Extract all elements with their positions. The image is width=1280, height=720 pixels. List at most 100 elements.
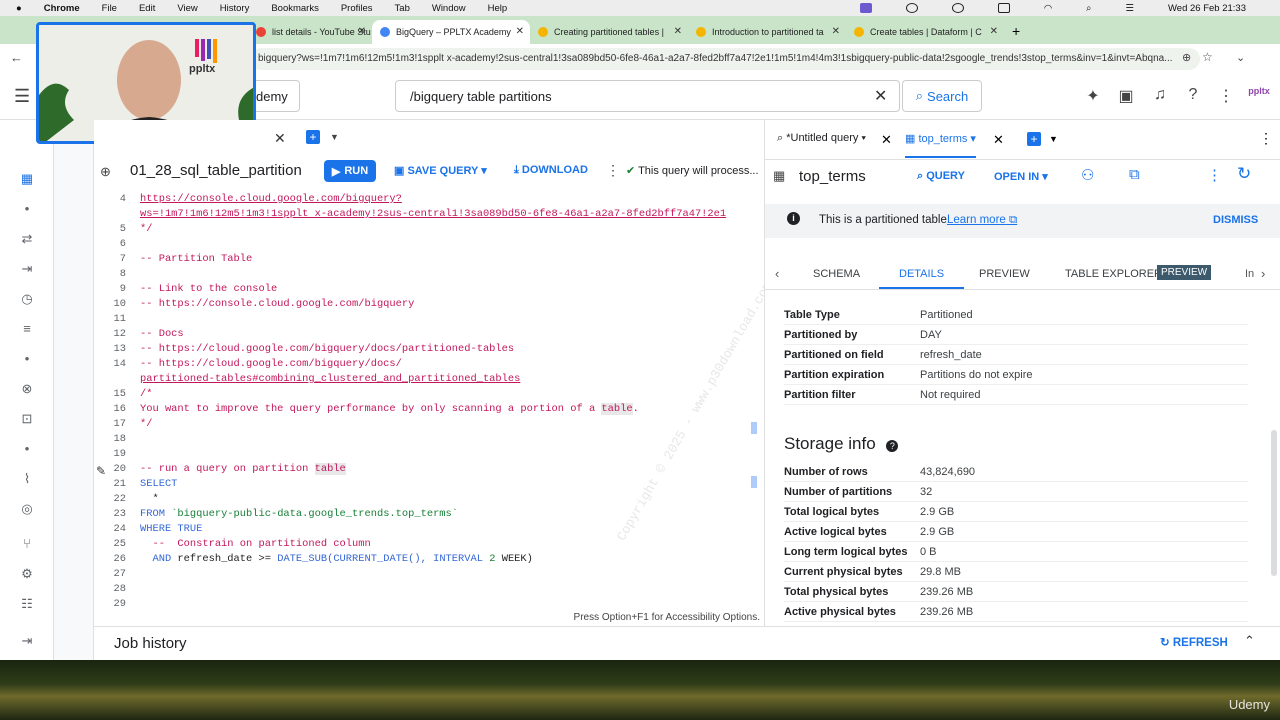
run-button[interactable]: ▶ RUN xyxy=(324,160,376,182)
zoom-icon[interactable]: ⊕ xyxy=(1182,51,1191,64)
browser-tab[interactable]: Creating partitioned tables | ✕ xyxy=(530,20,688,44)
overflow-tab[interactable]: In xyxy=(1245,268,1254,280)
add-tab-icon[interactable]: + xyxy=(1027,132,1041,146)
copy-icon[interactable]: ⧉ xyxy=(1129,166,1140,183)
gemini-sparkle-icon[interactable]: ✦ xyxy=(1082,86,1104,106)
tab-top-terms[interactable]: ▦ top_terms ▾ xyxy=(905,132,976,158)
refresh-icon[interactable]: ↻ xyxy=(1237,164,1251,184)
tab-preview[interactable]: PREVIEW xyxy=(979,268,1030,280)
project-selector[interactable]: demy xyxy=(250,80,300,112)
browser-tab-active[interactable]: BigQuery – PPLTX Academy ✕ xyxy=(372,20,530,44)
connections-icon[interactable]: ⑂ xyxy=(18,535,36,553)
cloud-shell-icon[interactable]: ▣ xyxy=(1115,86,1137,106)
notifications-bell-icon[interactable]: ♫ xyxy=(1149,86,1171,104)
transfers-icon[interactable]: ⇄ xyxy=(18,230,36,248)
query-title[interactable]: 01_28_sql_table_partition xyxy=(130,162,302,179)
share-person-add-icon[interactable]: ⚇ xyxy=(1081,166,1094,184)
chevron-down-icon[interactable]: ⌄ xyxy=(1236,51,1245,64)
address-bar[interactable]: bigquery?ws=!1m7!1m6!12m5!1m3!1spplt x-a… xyxy=(250,48,1200,70)
save-query-button[interactable]: ▣ SAVE QUERY ▾ xyxy=(394,164,487,177)
open-in-label: OPEN IN xyxy=(994,171,1040,183)
dismiss-button[interactable]: DISMISS xyxy=(1213,214,1258,226)
explore-icon[interactable]: ◎ xyxy=(18,500,36,518)
close-icon[interactable]: ✕ xyxy=(358,26,366,37)
list-icon[interactable]: ≡ xyxy=(18,320,36,338)
bookmark-star-icon[interactable]: ☆ xyxy=(1202,50,1213,64)
tab-untitled-query[interactable]: ⌕ *Untitled query ▾ xyxy=(777,132,866,145)
studio-icon[interactable]: ▦ xyxy=(18,170,36,188)
app-name[interactable]: Chrome xyxy=(44,3,80,14)
scheduled-queries-icon[interactable]: ◷ xyxy=(18,290,36,308)
chevron-left-icon[interactable]: ‹ xyxy=(775,266,779,281)
expand-rail-icon[interactable]: ⇥ xyxy=(18,632,36,650)
query-button[interactable]: ⌕ QUERY xyxy=(917,170,965,183)
play-icon[interactable] xyxy=(951,3,964,13)
close-icon[interactable]: ✕ xyxy=(881,132,892,148)
menu-help[interactable]: Help xyxy=(488,3,508,14)
query-validator[interactable]: ✔ This query will process... xyxy=(626,164,759,177)
back-arrow-icon[interactable]: ← xyxy=(10,50,23,65)
add-tab-icon[interactable]: + xyxy=(306,130,320,144)
dot-icon[interactable]: • xyxy=(18,440,36,458)
tab-details[interactable]: DETAILS xyxy=(879,268,965,289)
more-vert-icon[interactable]: ⋮ xyxy=(1259,130,1273,147)
menu-window[interactable]: Window xyxy=(432,3,466,14)
account-logo[interactable]: ppltx xyxy=(1248,86,1270,96)
open-in-button[interactable]: OPEN IN ▾ xyxy=(994,170,1048,183)
menu-edit[interactable]: Edit xyxy=(139,3,155,14)
help-icon[interactable]: ? xyxy=(886,440,899,452)
query-zoom-icon[interactable]: ⊕ xyxy=(100,164,111,180)
download-button[interactable]: ⤓ DOWNLOAD xyxy=(514,164,588,177)
hamburger-menu-icon[interactable]: ☰ xyxy=(14,86,30,107)
close-icon[interactable]: ✕ xyxy=(274,130,286,147)
close-icon[interactable]: ✕ xyxy=(993,132,1004,148)
new-tab-icon[interactable]: + xyxy=(1004,23,1028,44)
lock-icon[interactable]: ⊡ xyxy=(18,410,36,428)
release-notes-icon[interactable]: ☷ xyxy=(18,595,36,613)
scrollbar[interactable] xyxy=(1271,430,1277,576)
chevron-down-icon[interactable]: ▼ xyxy=(330,132,339,142)
control-center-icon[interactable]: ☰ xyxy=(1125,3,1134,14)
close-icon[interactable]: ✕ xyxy=(832,26,840,37)
zoom-icon[interactable] xyxy=(905,3,918,13)
chevron-down-icon[interactable]: ▼ xyxy=(1049,134,1058,144)
tab-schema[interactable]: SCHEMA xyxy=(813,268,860,280)
browser-tab[interactable]: Create tables | Dataform | C ✕ xyxy=(846,20,1004,44)
sharing-icon[interactable]: ⊗ xyxy=(18,380,36,398)
dot-icon[interactable]: • xyxy=(18,350,36,368)
screen-record-icon[interactable] xyxy=(859,3,872,13)
settings-gear-icon[interactable]: ⚙ xyxy=(18,565,36,583)
close-icon[interactable]: ✕ xyxy=(990,26,998,37)
search-icon[interactable]: ⌕ xyxy=(1086,3,1091,14)
clear-search-icon[interactable]: ✕ xyxy=(874,86,887,106)
refresh-button[interactable]: ↻ REFRESH xyxy=(1160,635,1228,649)
tab-table-explorer[interactable]: TABLE EXPLORER xyxy=(1065,268,1162,280)
menu-profiles[interactable]: Profiles xyxy=(341,3,373,14)
chevron-right-icon[interactable]: › xyxy=(1261,266,1265,281)
sql-editor[interactable]: 3 4 https://console.cloud.google.com/bigq… xyxy=(94,186,764,612)
menu-view[interactable]: View xyxy=(177,3,197,14)
search-button[interactable]: ⌕ Search xyxy=(902,80,982,112)
menu-tab[interactable]: Tab xyxy=(395,3,410,14)
dot-icon[interactable]: • xyxy=(18,200,36,218)
menu-file[interactable]: File xyxy=(102,3,117,14)
more-vert-icon[interactable]: ⋮ xyxy=(606,162,620,179)
gemini-pen-icon[interactable]: ✎ xyxy=(96,464,106,479)
browser-tab[interactable]: Introduction to partitioned ta ✕ xyxy=(688,20,846,44)
pipelines-icon[interactable]: ⇥ xyxy=(18,260,36,278)
menu-history[interactable]: History xyxy=(220,3,250,14)
more-vert-icon[interactable]: ⋮ xyxy=(1207,166,1222,184)
menu-bookmarks[interactable]: Bookmarks xyxy=(271,3,319,14)
wifi-icon[interactable]: ◠ xyxy=(1044,3,1052,14)
battery-icon[interactable] xyxy=(997,3,1010,13)
monitoring-icon[interactable]: ⌇ xyxy=(18,470,36,488)
clock[interactable]: Wed 26 Feb 21:33 xyxy=(1168,3,1246,14)
close-icon[interactable]: ✕ xyxy=(674,26,682,37)
more-vert-icon[interactable]: ⋮ xyxy=(1215,86,1237,106)
close-icon[interactable]: ✕ xyxy=(516,26,524,37)
expand-less-icon[interactable]: ⌃ xyxy=(1244,633,1255,649)
learn-more-link[interactable]: Learn more ⧉ xyxy=(947,214,1017,227)
apple-icon[interactable]: ● xyxy=(16,3,22,14)
search-input[interactable]: /bigquery table partitions xyxy=(395,80,900,112)
help-icon[interactable]: ? xyxy=(1182,86,1204,104)
